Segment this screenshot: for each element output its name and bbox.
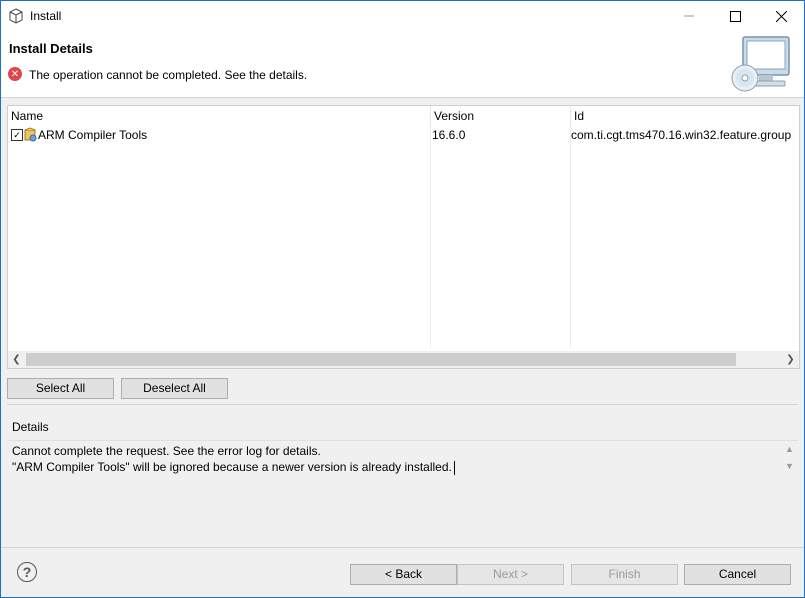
close-button[interactable] (758, 1, 804, 31)
title-bar: Install (1, 1, 804, 31)
app-icon (9, 8, 23, 24)
details-line-with-caret: "ARM Compiler Tools" will be ignored bec… (12, 460, 455, 475)
computer-cd-icon (731, 36, 790, 92)
details-textarea[interactable]: Cannot complete the request. See the err… (7, 440, 798, 497)
column-header-version[interactable]: Version (430, 106, 570, 126)
scroll-right-icon[interactable]: ❯ (782, 351, 799, 368)
column-header-id[interactable]: Id (570, 106, 799, 126)
details-line: "ARM Compiler Tools" will be ignored bec… (12, 460, 452, 474)
table-row[interactable]: ✓ ARM Compiler Tools 16.6.0 com.ti.cgt.t… (8, 126, 799, 144)
next-button[interactable]: Next > (457, 564, 564, 585)
install-window: Install Install Details ✕ The operation … (0, 0, 805, 598)
cancel-button[interactable]: Cancel (684, 564, 791, 585)
close-icon (775, 10, 787, 22)
features-table: Name Version Id ✓ ARM Compiler Tools 16.… (7, 105, 800, 369)
details-line: Cannot complete the request. See the err… (12, 444, 321, 458)
feature-package-icon (24, 127, 37, 142)
page-title: Install Details (9, 41, 93, 56)
minimize-icon (684, 15, 694, 17)
maximize-button[interactable] (712, 1, 758, 31)
wizard-header: Install Details ✕ The operation cannot b… (1, 31, 804, 98)
text-caret (453, 460, 455, 475)
window-title: Install (30, 9, 62, 23)
maximize-icon (729, 10, 741, 22)
finish-button[interactable]: Finish (571, 564, 678, 585)
back-button[interactable]: < Back (350, 564, 457, 585)
horizontal-scrollbar[interactable]: ❮ ❯ (8, 351, 799, 368)
help-icon[interactable]: ? (17, 562, 37, 582)
column-header-name[interactable]: Name (8, 106, 430, 126)
error-icon: ✕ (8, 67, 22, 81)
row-version: 16.6.0 (432, 128, 466, 142)
scroll-left-icon[interactable]: ❮ (8, 351, 25, 368)
footer-divider (1, 547, 804, 548)
deselect-all-button[interactable]: Deselect All (121, 378, 228, 399)
details-group: Details Cannot complete the request. See… (7, 414, 798, 497)
scrollbar-thumb[interactable] (26, 353, 736, 366)
divider (7, 404, 798, 405)
row-id: com.ti.cgt.tms470.16.win32.feature.group (571, 128, 792, 142)
scroll-down-icon[interactable]: ▼ (785, 461, 794, 471)
row-name: ARM Compiler Tools (38, 128, 148, 142)
status-message: The operation cannot be completed. See t… (29, 68, 308, 82)
details-label: Details (12, 420, 49, 434)
select-all-button[interactable]: Select All (7, 378, 114, 399)
column-divider (430, 126, 431, 348)
scroll-up-icon[interactable]: ▲ (785, 444, 794, 454)
minimize-button[interactable] (666, 1, 712, 31)
column-divider (570, 126, 571, 348)
